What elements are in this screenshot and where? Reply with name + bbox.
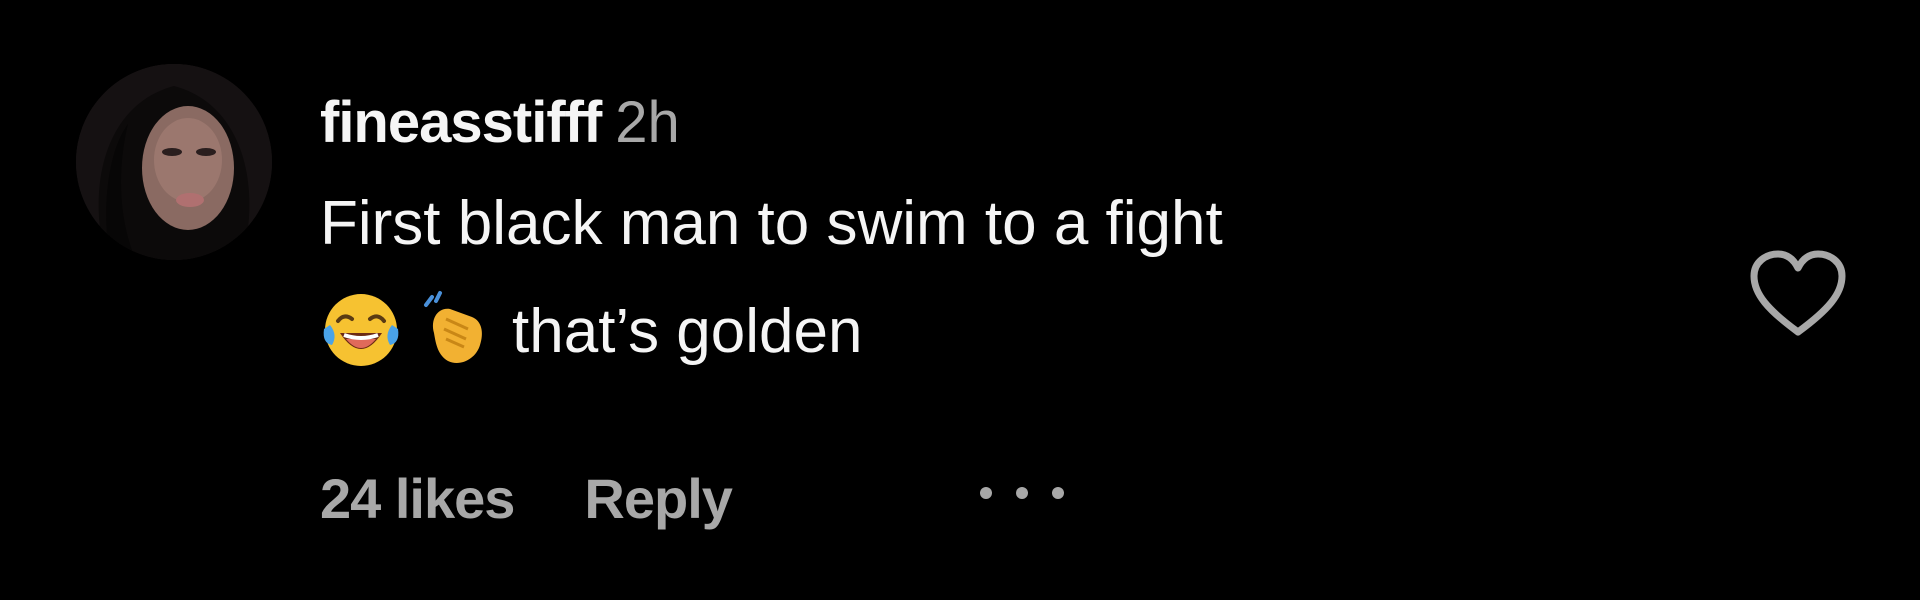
comment-header: fineasstifff 2h <box>320 86 1640 160</box>
username-link[interactable]: fineasstifff <box>320 90 602 155</box>
comment-body: fineasstifff 2h First black man to swim t… <box>320 86 1640 386</box>
timestamp: 2h <box>615 90 680 155</box>
comment-text: First black man to swim to a fight that’… <box>320 170 1640 386</box>
comment-text-line-1: First black man to swim to a fight <box>320 189 1223 258</box>
likes-count[interactable]: 24 likes <box>320 467 515 530</box>
reply-button[interactable]: Reply <box>584 467 732 530</box>
comment-item: fineasstifff 2h First black man to swim t… <box>0 0 1920 600</box>
comment-text-line-2: that’s golden <box>512 297 863 366</box>
heart-outline-icon[interactable] <box>1748 248 1848 340</box>
face-with-tears-of-joy-icon <box>320 289 402 371</box>
comment-actions: 24 likes Reply <box>320 462 733 536</box>
avatar-photo <box>76 64 272 260</box>
clapping-hands-icon <box>416 289 498 371</box>
comment-text-line-2-wrapper: that’s golden <box>320 278 1640 386</box>
ellipsis-icon[interactable] <box>972 478 1072 508</box>
avatar[interactable] <box>76 64 272 260</box>
